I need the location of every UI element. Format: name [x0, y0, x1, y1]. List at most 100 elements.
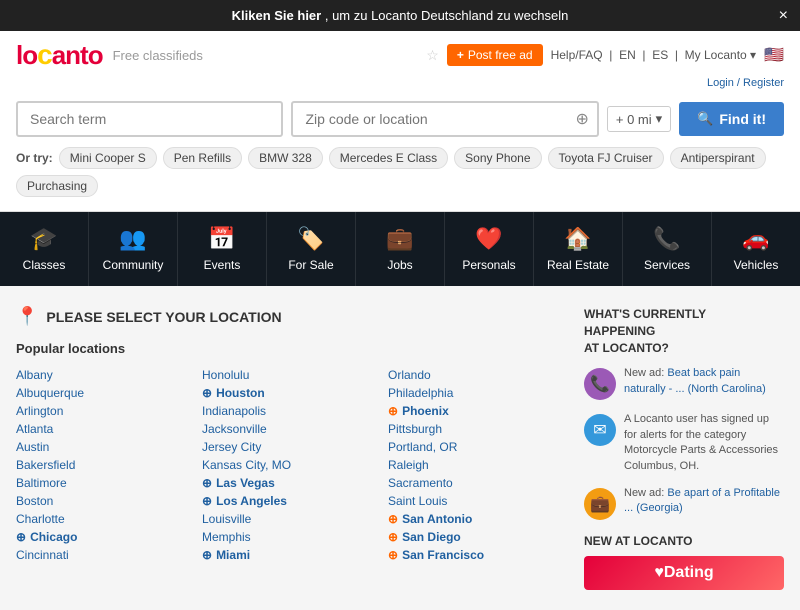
dating-banner[interactable]: ♥Dating	[584, 556, 784, 590]
loc-sacramento[interactable]: Sacramento	[388, 474, 564, 492]
locations-col-3: Orlando Philadelphia ⊕Phoenix Pittsburgh…	[388, 366, 564, 564]
pill-toyota[interactable]: Toyota FJ Cruiser	[548, 147, 664, 169]
my-locanto-link[interactable]: My Locanto	[685, 48, 747, 62]
distance-label: + 0 mi	[616, 112, 652, 127]
loc-miami[interactable]: ⊕Miami	[202, 546, 378, 564]
happening-title: WHAT'S CURRENTLYHAPPENINGAT LOCANTO?	[584, 306, 784, 356]
cat-jobs-label: Jobs	[387, 258, 412, 272]
loc-boston[interactable]: Boston	[16, 492, 192, 510]
loc-jacksonville[interactable]: Jacksonville	[202, 420, 378, 438]
loc-houston[interactable]: ⊕Houston	[202, 384, 378, 402]
loc-jersey-city[interactable]: Jersey City	[202, 438, 378, 456]
country-flag[interactable]: 🇺🇸	[764, 45, 784, 65]
loc-baltimore[interactable]: Baltimore	[16, 474, 192, 492]
loc-san-diego[interactable]: ⊕San Diego	[388, 528, 564, 546]
loc-indianapolis[interactable]: Indianapolis	[202, 402, 378, 420]
loc-phoenix[interactable]: ⊕Phoenix	[388, 402, 564, 420]
loc-kansas-city[interactable]: Kansas City, MO	[202, 456, 378, 474]
chicago-star-icon: ⊕	[16, 530, 26, 544]
pill-mini-cooper[interactable]: Mini Cooper S	[59, 147, 157, 169]
loc-las-vegas[interactable]: ⊕Las Vegas	[202, 474, 378, 492]
loc-louisville[interactable]: Louisville	[202, 510, 378, 528]
pill-antiperspirant[interactable]: Antiperspirant	[670, 147, 766, 169]
loc-orlando[interactable]: Orlando	[388, 366, 564, 384]
real-estate-icon: 🏠	[564, 226, 591, 252]
loc-cincinnati[interactable]: Cincinnati	[16, 546, 192, 564]
hero-section: 🎓 Classes 👥 Community 📅 Events 🏷️ For Sa…	[0, 212, 800, 286]
close-banner-button[interactable]: ×	[779, 7, 788, 25]
search-bar: ⊕ + 0 mi ▾ Find it!	[16, 93, 784, 143]
loc-philadelphia[interactable]: Philadelphia	[388, 384, 564, 402]
loc-atlanta[interactable]: Atlanta	[16, 420, 192, 438]
cat-classes[interactable]: 🎓 Classes	[0, 212, 89, 286]
cat-personals[interactable]: ❤️ Personals	[445, 212, 534, 286]
login-register-link[interactable]: Login / Register	[707, 77, 784, 89]
cat-events[interactable]: 📅 Events	[178, 212, 267, 286]
loc-saint-louis[interactable]: Saint Louis	[388, 492, 564, 510]
loc-albuquerque[interactable]: Albuquerque	[16, 384, 192, 402]
locations-grid: Albany Albuquerque Arlington Atlanta Aus…	[16, 366, 564, 564]
san-antonio-icon: ⊕	[388, 512, 398, 526]
locations-col-2: Honolulu ⊕Houston Indianapolis Jacksonvi…	[202, 366, 378, 564]
cat-jobs[interactable]: 💼 Jobs	[356, 212, 445, 286]
location-input[interactable]	[301, 103, 575, 135]
jobs-icon: 💼	[386, 226, 413, 252]
loc-charlotte[interactable]: Charlotte	[16, 510, 192, 528]
loc-raleigh[interactable]: Raleigh	[388, 456, 564, 474]
banner-text: Kliken Sie hier , um zu Locanto Deutschl…	[232, 8, 569, 23]
cat-events-label: Events	[204, 258, 241, 272]
logo[interactable]: locanto	[16, 39, 103, 71]
happening-text-2: A Locanto user has signed up for alerts …	[624, 412, 784, 474]
san-francisco-icon: ⊕	[388, 548, 398, 562]
loc-austin[interactable]: Austin	[16, 438, 192, 456]
cat-community[interactable]: 👥 Community	[89, 212, 178, 286]
personals-icon: ❤️	[475, 226, 502, 252]
happening-item-3: 💼 New ad: Be apart of a Profitable ... (…	[584, 486, 784, 520]
favorite-icon[interactable]: ☆	[426, 47, 439, 64]
loc-albany[interactable]: Albany	[16, 366, 192, 384]
loc-arlington[interactable]: Arlington	[16, 402, 192, 420]
loc-san-antonio[interactable]: ⊕San Antonio	[388, 510, 564, 528]
happening-link-3[interactable]: Be apart of a Profitable ... (Georgia)	[624, 487, 780, 514]
community-icon: 👥	[119, 226, 146, 252]
cat-vehicles[interactable]: 🚗 Vehicles	[712, 212, 800, 286]
loc-los-angeles[interactable]: ⊕Los Angeles	[202, 492, 378, 510]
cat-for-sale[interactable]: 🏷️ For Sale	[267, 212, 356, 286]
loc-bakersfield[interactable]: Bakersfield	[16, 456, 192, 474]
pill-pen-refills[interactable]: Pen Refills	[163, 147, 242, 169]
location-target-icon[interactable]: ⊕	[575, 109, 588, 129]
loc-san-francisco[interactable]: ⊕San Francisco	[388, 546, 564, 564]
left-panel: 📍 PLEASE SELECT YOUR LOCATION Popular lo…	[16, 306, 564, 590]
distance-select[interactable]: + 0 mi ▾	[607, 106, 671, 132]
cat-services[interactable]: 📞 Services	[623, 212, 712, 286]
happening-item-1: 📞 New ad: Beat back pain naturally - ...…	[584, 366, 784, 400]
happening-link-1[interactable]: Beat back pain naturally - ... (North Ca…	[624, 367, 766, 394]
post-free-ad-button[interactable]: Post free ad	[447, 44, 543, 66]
category-nav: 🎓 Classes 👥 Community 📅 Events 🏷️ For Sa…	[0, 212, 800, 286]
happening-text-1: New ad: Beat back pain naturally - ... (…	[624, 366, 784, 397]
pill-sony-phone[interactable]: Sony Phone	[454, 147, 541, 169]
loc-memphis[interactable]: Memphis	[202, 528, 378, 546]
cat-community-label: Community	[103, 258, 164, 272]
san-diego-icon: ⊕	[388, 530, 398, 544]
lang-es-link[interactable]: ES	[652, 48, 668, 62]
lang-en-link[interactable]: EN	[619, 48, 636, 62]
find-button[interactable]: Find it!	[679, 102, 784, 136]
header-links: Help/FAQ | EN | ES | My Locanto ▾	[551, 48, 756, 62]
pill-mercedes[interactable]: Mercedes E Class	[329, 147, 448, 169]
cat-personals-label: Personals	[462, 258, 515, 272]
loc-chicago[interactable]: ⊕Chicago	[16, 528, 192, 546]
loc-portland[interactable]: Portland, OR	[388, 438, 564, 456]
loc-pittsburgh[interactable]: Pittsburgh	[388, 420, 564, 438]
loc-honolulu[interactable]: Honolulu	[202, 366, 378, 384]
phoenix-icon: ⊕	[388, 404, 398, 418]
dating-label: ♥Dating	[654, 564, 713, 581]
pill-purchasing[interactable]: Purchasing	[16, 175, 98, 197]
happening-phone-icon: 📞	[584, 368, 616, 400]
pill-bmw-328[interactable]: BMW 328	[248, 147, 323, 169]
help-faq-link[interactable]: Help/FAQ	[551, 48, 603, 62]
happening-item-2: ✉ A Locanto user has signed up for alert…	[584, 412, 784, 474]
location-input-wrap: ⊕	[291, 101, 598, 137]
search-input[interactable]	[16, 101, 283, 137]
cat-real-estate[interactable]: 🏠 Real Estate	[534, 212, 623, 286]
